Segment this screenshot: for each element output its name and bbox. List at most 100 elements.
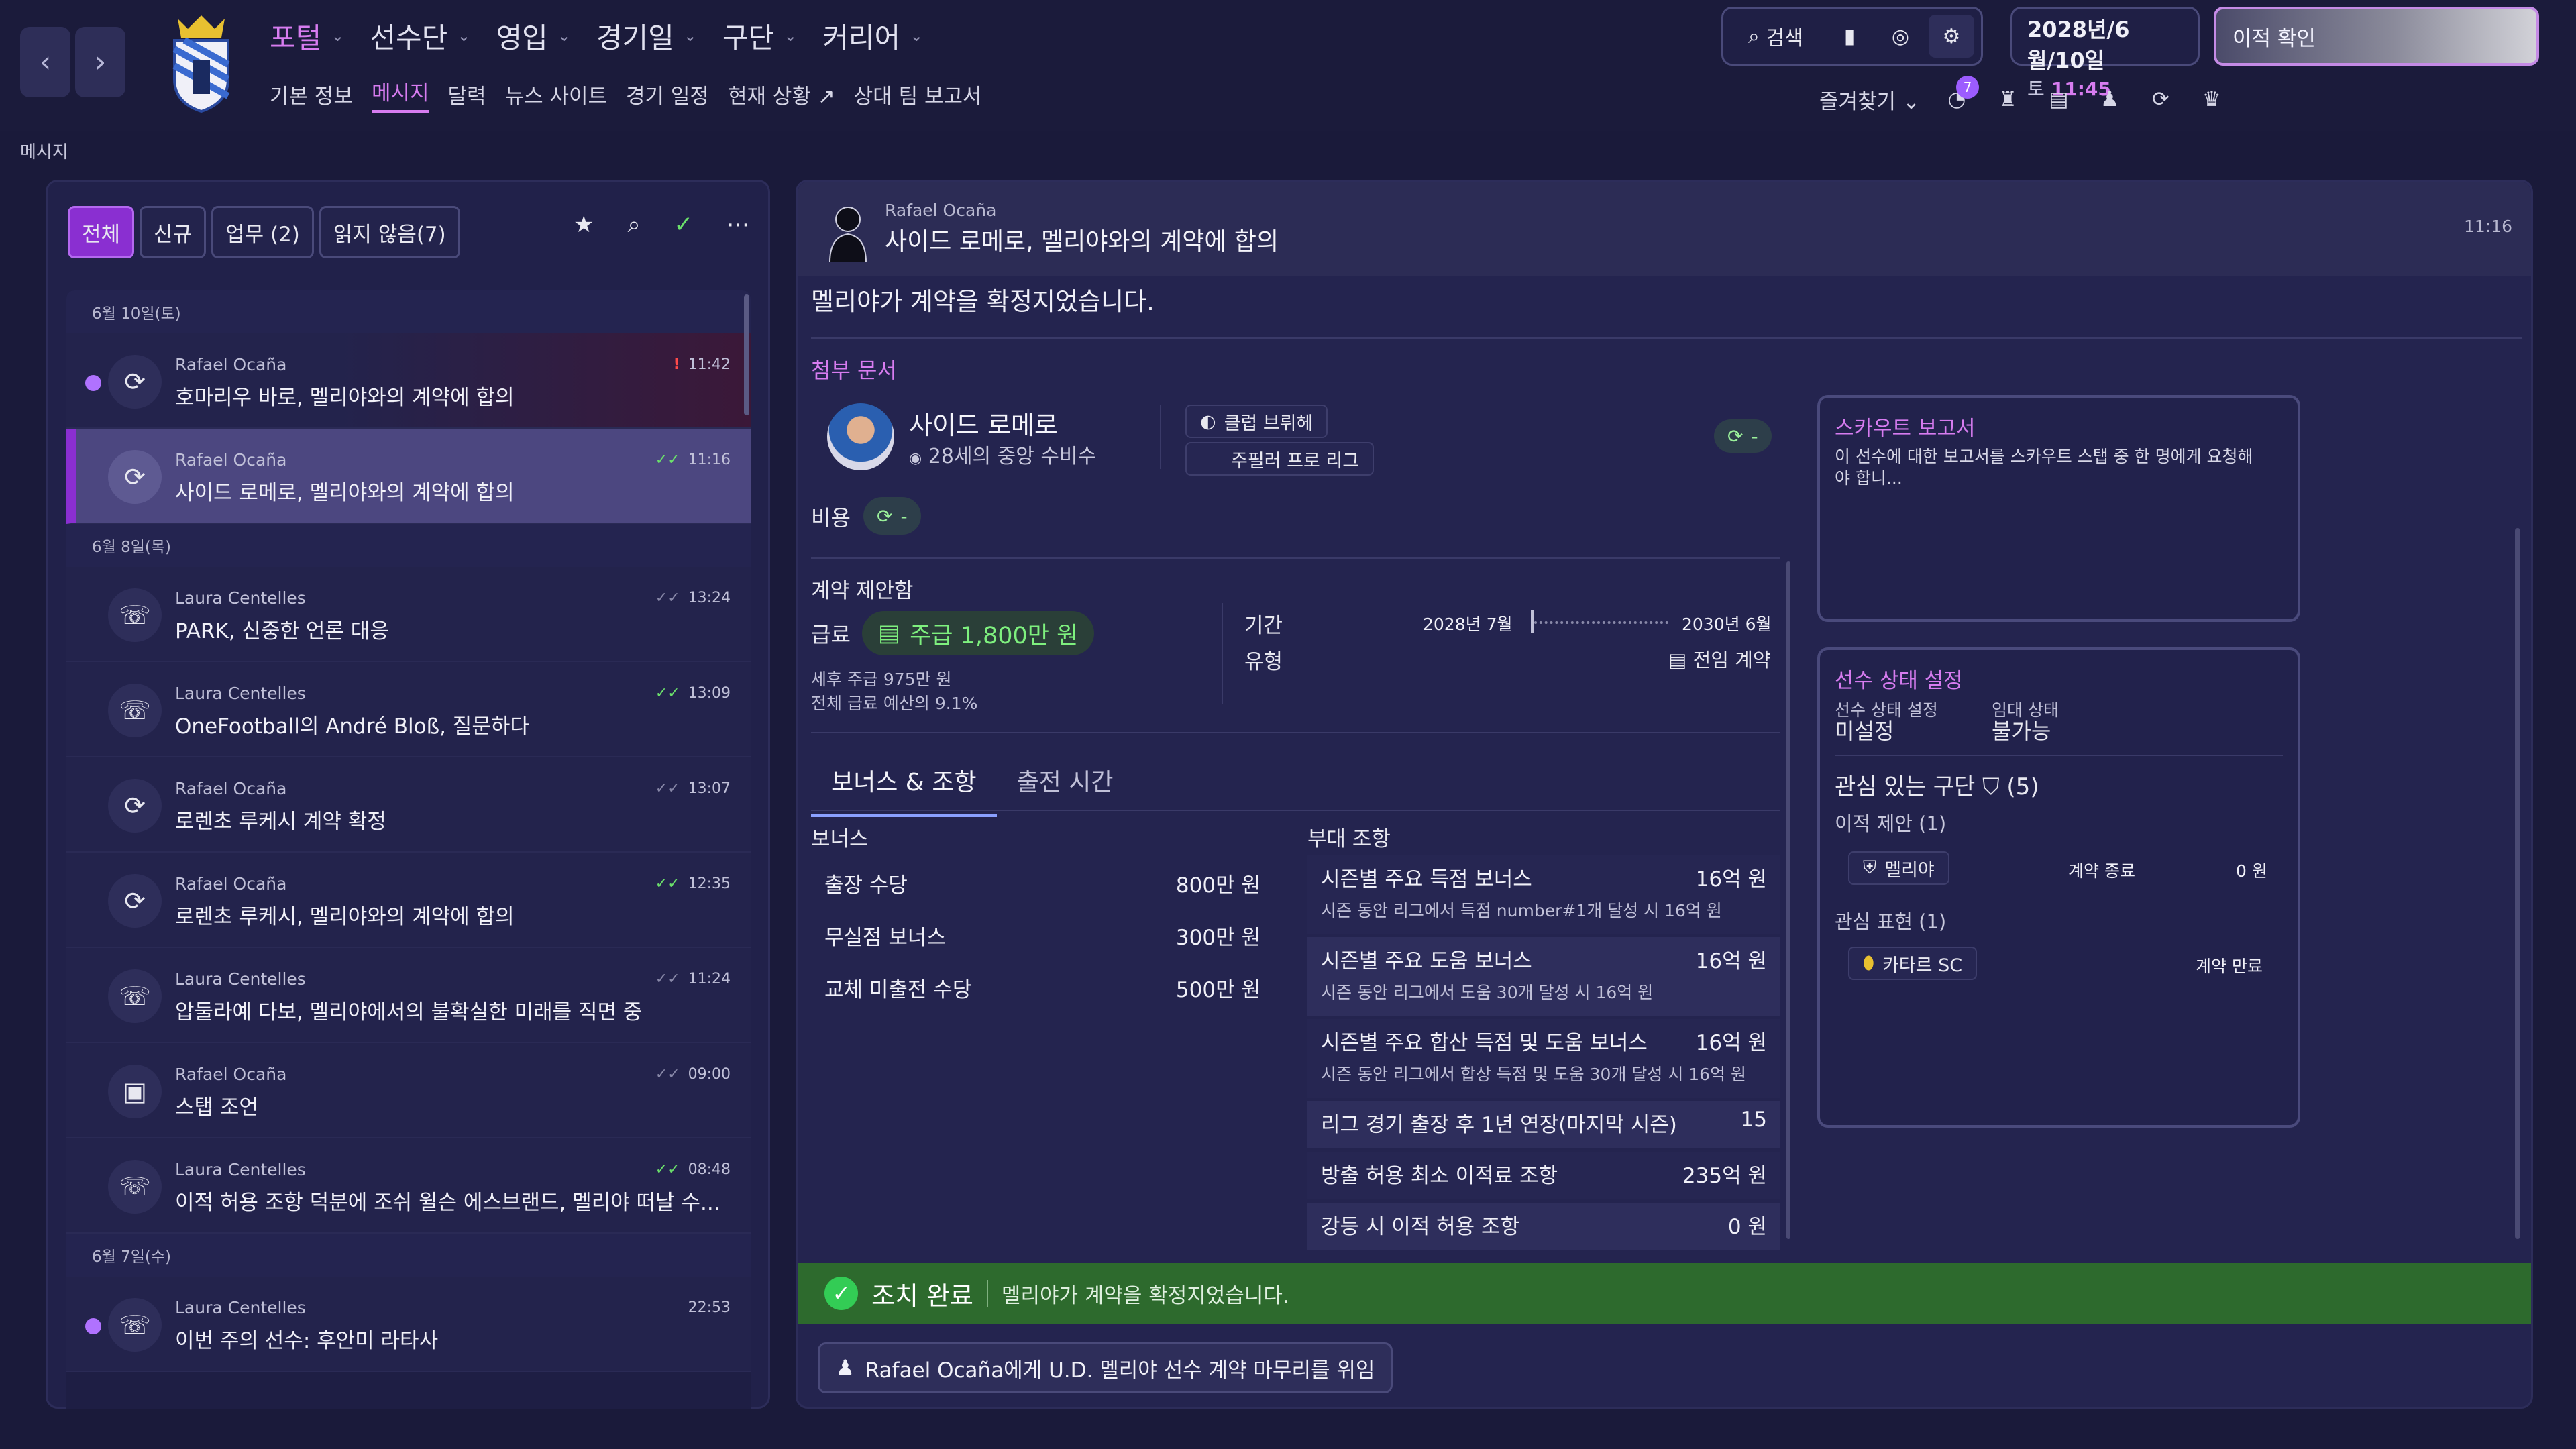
clipboard-button[interactable]: ▤ [2045, 85, 2073, 113]
message-sender: Rafael Ocaña [175, 779, 287, 798]
message-item[interactable]: ☏ Laura Centelles 이번 주의 선수: 후안미 라타사 22:5… [66, 1277, 751, 1372]
chat-button[interactable]: ◔ 7 [1943, 76, 1979, 113]
message-time: ✓✓ 12:35 [655, 875, 731, 892]
league-tag[interactable]: 주필러 프로 리그 [1185, 442, 1375, 476]
offers-label: 이적 제안 (1) [1835, 812, 1947, 835]
club-tag[interactable]: ◐ 클럽 브뤼헤 [1185, 405, 1328, 438]
menu-squad[interactable]: 선수단 ⌄ [370, 15, 470, 56]
filter-unread[interactable]: 읽지 않음(7) [319, 206, 460, 258]
tab-playing-time[interactable]: 출전 시간 [997, 753, 1134, 817]
back-button[interactable]: ‹ [20, 27, 70, 97]
menu-portal[interactable]: 포털 ⌄ [270, 15, 344, 56]
page-title: 메시지 [20, 142, 68, 162]
clause-description: 시즌 동안 리그에서 합상 득점 및 도움 30개 달성 시 16억 원 [1321, 1065, 1747, 1084]
search-label: 검색 [1766, 27, 1803, 50]
quick-icons: 즐겨찾기 ⌄ ◔ 7 ♜ ▤ ♟ ⟳ ♛ [1819, 76, 2226, 119]
bonus-value: 800만 원 [1175, 873, 1260, 898]
bonus-row: 교체 미출전 수당 500만 원 [811, 964, 1274, 1011]
date-header: 6월 7일(수) [66, 1234, 751, 1277]
date-text: 2028년/6월/10일 [2027, 17, 2130, 73]
search-icon[interactable]: ⌕ [627, 211, 640, 238]
sub-menu-status[interactable]: 현재 상황 ↗ [728, 79, 835, 109]
forward-button[interactable]: › [75, 27, 125, 97]
menu-match-day[interactable]: 경기일 ⌄ [596, 15, 697, 56]
clauses-title: 부대 조항 [1307, 827, 1391, 851]
refresh-button[interactable]: ⟳ [2147, 85, 2175, 113]
club-crest-icon[interactable] [164, 12, 238, 113]
inbox-filters: 전체 신규 업무 (2) 읽지 않음(7) [68, 206, 460, 258]
trophy-icon: ♛ [2202, 87, 2221, 111]
external-link-icon: ↗ [817, 84, 835, 109]
staff-button[interactable]: ♟ [2096, 85, 2124, 113]
time-text: 11:16 [688, 451, 731, 468]
contract-icon: ▤ [878, 620, 901, 647]
interest-club-tag[interactable]: ⬮ 카타르 SC [1848, 947, 1978, 980]
clause-value: 16억 원 [1695, 867, 1767, 892]
chevron-right-icon: › [94, 45, 107, 79]
message-item[interactable]: ⟳ Rafael Ocaña 로렌초 루케시 계약 확정 ✓✓ 13:07 [66, 757, 751, 853]
sub-menu-opposition-report[interactable]: 상대 팀 보고서 [854, 79, 982, 109]
sub-menu-messages[interactable]: 메시지 [371, 76, 429, 113]
menu-label: 선수단 [370, 21, 448, 54]
scout-report-title[interactable]: 스카우트 보고서 [1835, 411, 1976, 441]
message-item[interactable]: ☏ Laura Centelles PARK, 신중한 언론 대응 ✓✓ 13:2… [66, 567, 751, 662]
filter-tasks[interactable]: 업무 (2) [211, 206, 314, 258]
favorites-dropdown[interactable]: 즐겨찾기 ⌄ [1819, 85, 1920, 115]
player-photo[interactable] [827, 403, 894, 470]
sub-menu-overview[interactable]: 기본 정보 [270, 79, 353, 109]
sub-menu-news[interactable]: 뉴스 사이트 [505, 79, 607, 109]
delegate-button[interactable]: ♟ Rafael Ocaña에게 U.D. 멜리야 선수 계약 마무리를 위임 [818, 1342, 1393, 1393]
status-value[interactable]: 미설정 [1835, 714, 1894, 745]
more-icon[interactable]: ⋯ [727, 211, 749, 238]
bookmark-button[interactable]: ▮ [1827, 15, 1872, 58]
message-item[interactable]: ☏ Laura Centelles OneFootball의 André Blo… [66, 662, 751, 757]
trophy-button[interactable]: ♛ [2198, 85, 2226, 113]
value-pill[interactable]: ⟳ - [1714, 419, 1772, 453]
club-badge-icon: ⬮ [1863, 953, 1874, 973]
filter-new[interactable]: 신규 [140, 206, 207, 258]
content-scrollbar[interactable] [1786, 561, 1790, 1239]
clause-row: 방출 허용 최소 이적료 조항 235억 원 [1307, 1152, 1780, 1199]
clause-label: 리그 경기 출장 후 1년 연장(마지막 시즌) [1321, 1113, 1677, 1137]
tab-bonuses-clauses[interactable]: 보너스 & 조항 [811, 753, 997, 817]
settings-button[interactable]: ⚙ [1929, 15, 1974, 58]
offer-value: 0 원 [2236, 861, 2267, 881]
period-end: 2030년 6월 [1682, 614, 1772, 634]
refresh-icon: ⟳ [108, 355, 162, 409]
sub-menu-fixtures[interactable]: 경기 일정 [626, 79, 709, 109]
wage-pill[interactable]: ▤ 주급 1,800만 원 [862, 611, 1095, 655]
offer-club-tag[interactable]: ⛨ 멜리야 [1848, 851, 1949, 885]
message-item-selected[interactable]: ⟳ Rafael Ocaña 사이드 로메로, 멜리야와의 계약에 합의 ✓✓ 1… [66, 429, 751, 524]
list-scrollbar[interactable] [744, 294, 749, 415]
press-icon: ☏ [108, 684, 162, 737]
player-name[interactable]: 사이드 로메로 [909, 405, 1058, 441]
brain-button[interactable]: ◎ [1878, 15, 1923, 58]
time-text: 12:35 [688, 875, 731, 892]
press-icon: ☏ [108, 1298, 162, 1352]
detail-scrollbar[interactable] [2515, 528, 2520, 1239]
star-icon[interactable]: ★ [574, 211, 594, 238]
interest-label: 관심 표현 (1) [1835, 910, 1947, 933]
contract-title: 계약 제안함 [811, 579, 914, 603]
message-item[interactable]: ⟳ Rafael Ocaña 호마리우 바로, 멜리야와의 계약에 합의 ! 11… [66, 333, 751, 429]
continue-button[interactable]: 이적 확인 [2214, 7, 2539, 66]
search-button[interactable]: ⌕ 검색 [1730, 15, 1821, 58]
message-item[interactable]: ☏ Laura Centelles 압둘라예 다보, 멜리야에서의 불확실한 미… [66, 948, 751, 1043]
game-date-box[interactable]: 2028년/6월/10일 토 11:45 [2010, 7, 2200, 100]
menu-club[interactable]: 구단 ⌄ [722, 15, 797, 56]
filter-all[interactable]: 전체 [68, 206, 135, 258]
kit-button[interactable]: ♜ [1994, 85, 2022, 113]
mark-read-icon[interactable]: ✓ [674, 211, 694, 238]
menu-recruitment[interactable]: 영입 ⌄ [496, 15, 570, 56]
fee-pill[interactable]: ⟳ - [863, 497, 921, 535]
message-item[interactable]: ⟳ Rafael Ocaña 로렌초 루케시, 멜리야와의 계약에 합의 ✓✓ 1… [66, 853, 751, 948]
loan-value[interactable]: 불가능 [1992, 714, 2051, 745]
sender-avatar-icon [828, 207, 867, 262]
shield-icon: ⛉ [1982, 773, 2000, 800]
divider [811, 810, 1780, 811]
press-icon: ☏ [108, 969, 162, 1023]
message-item[interactable]: ▣ Rafael Ocaña 스탭 조언 ✓✓ 09:00 [66, 1043, 751, 1138]
message-item[interactable]: ☏ Laura Centelles 이적 허용 조항 덕분에 조쉬 윌슨 에스브… [66, 1138, 751, 1234]
menu-career[interactable]: 커리어 ⌄ [822, 15, 923, 56]
sub-menu-calendar[interactable]: 달력 [448, 79, 486, 109]
